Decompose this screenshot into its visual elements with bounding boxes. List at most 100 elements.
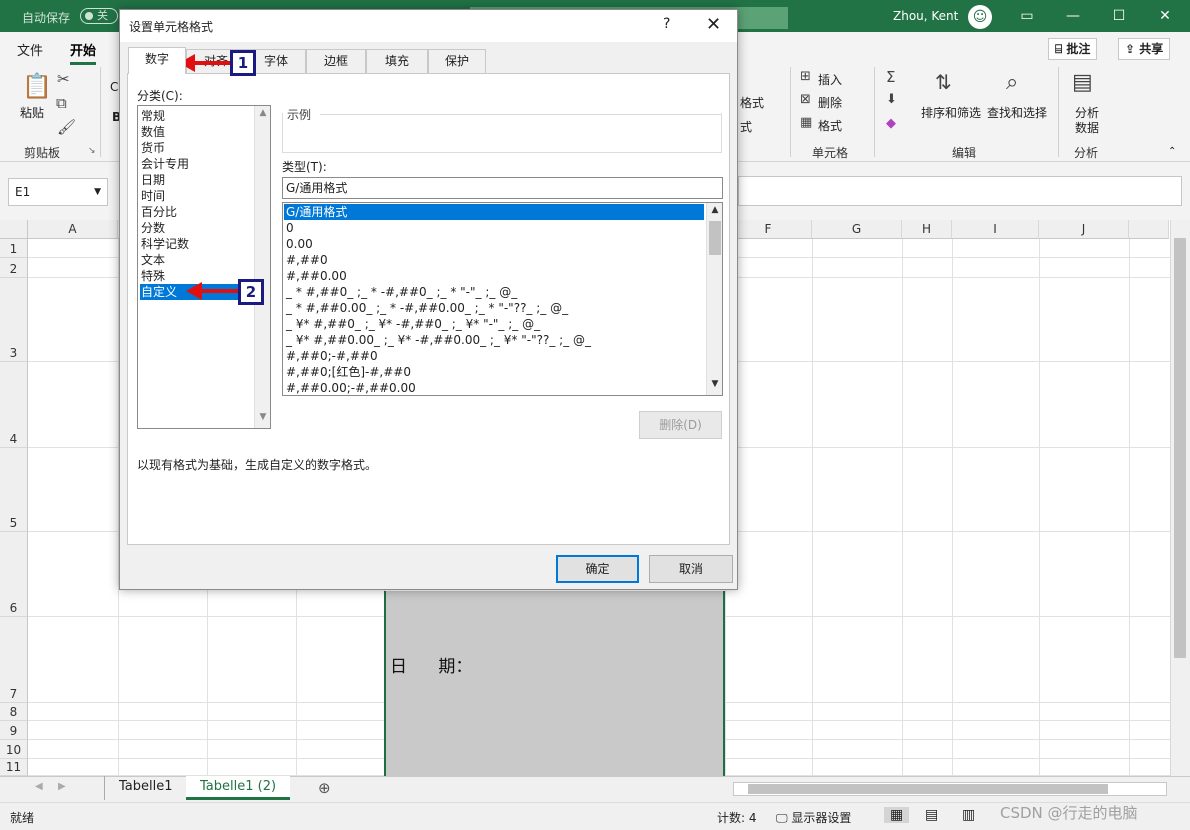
format-button[interactable]: 格式 [818, 117, 842, 134]
format-code-item[interactable]: #,##0.00 [284, 268, 704, 284]
prev-sheet-icon[interactable]: ◀ [35, 781, 43, 792]
tab-number[interactable]: 数字 [128, 47, 186, 74]
analyze-data-icon[interactable]: ▤ [1072, 70, 1093, 95]
category-item[interactable]: 分数 [140, 220, 254, 236]
type-input[interactable]: G/通用格式 [282, 177, 723, 199]
normal-view-icon[interactable]: ▦ [884, 807, 910, 823]
minimize-button[interactable]: — [1062, 6, 1084, 26]
fill-icon[interactable]: ⬇ [886, 92, 897, 107]
selected-column-range[interactable] [384, 591, 725, 776]
row-header[interactable]: 6 [0, 532, 28, 617]
scroll-down-icon[interactable]: ▼ [707, 379, 723, 389]
formula-input[interactable] [738, 176, 1182, 206]
sort-filter-button[interactable]: 排序和筛选 [921, 104, 981, 121]
column-header[interactable]: F [725, 220, 812, 239]
format-code-item[interactable]: #,##0;-#,##0 [284, 348, 704, 364]
category-item[interactable]: 文本 [140, 252, 254, 268]
row-header[interactable]: 11 [0, 759, 28, 776]
comments-button[interactable]: ⌸ 批注 [1048, 38, 1098, 60]
dialog-close-icon[interactable]: ✕ [706, 14, 721, 35]
delete-icon[interactable]: ⊠ [800, 92, 811, 107]
insert-icon[interactable]: ⊞ [800, 69, 811, 84]
find-select-button[interactable]: 查找和选择 [987, 104, 1047, 121]
scroll-down-icon[interactable]: ▼ [255, 412, 271, 422]
autosave-toggle[interactable]: 关 [80, 8, 118, 24]
category-item[interactable]: 科学记数 [140, 236, 254, 252]
dialog-launcher-icon[interactable]: ↘ [88, 146, 96, 156]
page-layout-icon[interactable]: ▤ [925, 807, 938, 823]
category-item[interactable]: 时间 [140, 188, 254, 204]
row-header[interactable]: 1 [0, 239, 28, 258]
column-header[interactable]: A [28, 220, 118, 239]
column-header[interactable]: I [952, 220, 1039, 239]
format-code-item[interactable]: _ * #,##0.00_ ;_ * -#,##0.00_ ;_ * "-"??… [284, 300, 704, 316]
sort-filter-icon[interactable]: ⇅ [935, 70, 952, 94]
row-header[interactable]: 4 [0, 362, 28, 448]
category-item[interactable]: 货币 [140, 140, 254, 156]
format-code-item[interactable]: #,##0.00;-#,##0.00 [284, 380, 704, 396]
format-as-table-button[interactable]: 格式 [740, 94, 764, 111]
collapse-ribbon-icon[interactable]: ⌃ [1168, 146, 1176, 157]
category-item[interactable]: 常规 [140, 108, 254, 124]
find-icon[interactable]: ⌕ [1006, 70, 1018, 95]
clear-icon[interactable]: ◆ [886, 116, 896, 131]
column-header[interactable] [1129, 220, 1169, 239]
ribbon-display-icon[interactable]: ▭ [1016, 6, 1038, 26]
scroll-up-icon[interactable]: ▲ [707, 205, 723, 215]
name-box[interactable]: E1 ▼ [8, 178, 108, 206]
close-window-button[interactable]: ✕ [1154, 6, 1176, 26]
format-painter-icon[interactable]: 🖌 [57, 118, 76, 136]
sheet-tab[interactable]: Tabelle1 [104, 776, 188, 800]
maximize-button[interactable]: ☐ [1108, 6, 1130, 26]
format-list-scrollbar[interactable]: ▲ ▼ [706, 203, 722, 395]
format-code-item[interactable]: #,##0;[红色]-#,##0 [284, 364, 704, 380]
sheet-tab-active[interactable]: Tabelle1 (2) [186, 776, 291, 800]
row-header[interactable]: 10 [0, 740, 28, 759]
column-header[interactable]: G [812, 220, 902, 239]
delete-format-button[interactable]: 删除(D) [639, 411, 722, 439]
row-header[interactable]: 5 [0, 448, 28, 532]
format-icon[interactable]: ▦ [800, 115, 812, 130]
category-item[interactable]: 会计专用 [140, 156, 254, 172]
format-code-item[interactable]: _ * #,##0_ ;_ * -#,##0_ ;_ * "-"_ ;_ @_ [284, 284, 704, 300]
tab-fill[interactable]: 填充 [366, 49, 428, 73]
avatar[interactable]: ☺ [968, 5, 992, 29]
row-header[interactable]: 9 [0, 721, 28, 740]
tab-protection[interactable]: 保护 [428, 49, 486, 73]
cut-icon[interactable]: ✂ [57, 70, 70, 88]
display-settings-button[interactable]: 🖵 显示器设置 [776, 809, 851, 826]
column-header[interactable]: J [1039, 220, 1129, 239]
paste-icon[interactable]: 📋 [22, 72, 52, 100]
cancel-button[interactable]: 取消 [649, 555, 733, 583]
format-code-item[interactable]: _ ¥* #,##0.00_ ;_ ¥* -#,##0.00_ ;_ ¥* "-… [284, 332, 704, 348]
tab-border[interactable]: 边框 [306, 49, 366, 73]
category-item[interactable]: 日期 [140, 172, 254, 188]
ok-button[interactable]: 确定 [556, 555, 639, 583]
format-code-item[interactable]: G/通用格式 [284, 204, 704, 220]
cell-styles-button[interactable]: 式 [740, 118, 752, 135]
tab-file[interactable]: 文件 [17, 40, 43, 59]
scroll-up-icon[interactable]: ▲ [255, 108, 271, 118]
column-header[interactable]: H [902, 220, 952, 239]
horizontal-scrollbar-thumb[interactable] [748, 784, 1108, 794]
add-sheet-icon[interactable]: ⊕ [318, 779, 331, 797]
date-cell[interactable]: 日 期： [390, 652, 472, 677]
tab-home[interactable]: 开始 [70, 40, 97, 65]
category-item[interactable]: 数值 [140, 124, 254, 140]
delete-button[interactable]: 删除 [818, 94, 842, 111]
format-code-item[interactable]: _ ¥* #,##0_ ;_ ¥* -#,##0_ ;_ ¥* "-"_ ;_ … [284, 316, 704, 332]
row-header[interactable]: 7 [0, 617, 28, 703]
format-code-item[interactable]: #,##0 [284, 252, 704, 268]
format-code-item[interactable]: 0 [284, 220, 704, 236]
autosum-icon[interactable]: Σ [886, 68, 895, 86]
analyze-data-button-l2[interactable]: 数据 [1075, 119, 1099, 136]
format-code-item[interactable]: 0.00 [284, 236, 704, 252]
insert-button[interactable]: 插入 [818, 71, 842, 88]
page-break-icon[interactable]: ▥ [962, 807, 975, 823]
format-code-list[interactable]: G/通用格式 0 0.00 #,##0 #,##0.00 _ * #,##0_ ;_ * … [282, 202, 723, 396]
vertical-scrollbar-thumb[interactable] [1174, 238, 1186, 658]
next-sheet-icon[interactable]: ▶ [58, 781, 66, 792]
paste-button[interactable]: 粘贴 [20, 104, 44, 121]
font-name-partial[interactable]: C [110, 80, 118, 94]
copy-icon[interactable]: ⧉ [56, 94, 67, 112]
